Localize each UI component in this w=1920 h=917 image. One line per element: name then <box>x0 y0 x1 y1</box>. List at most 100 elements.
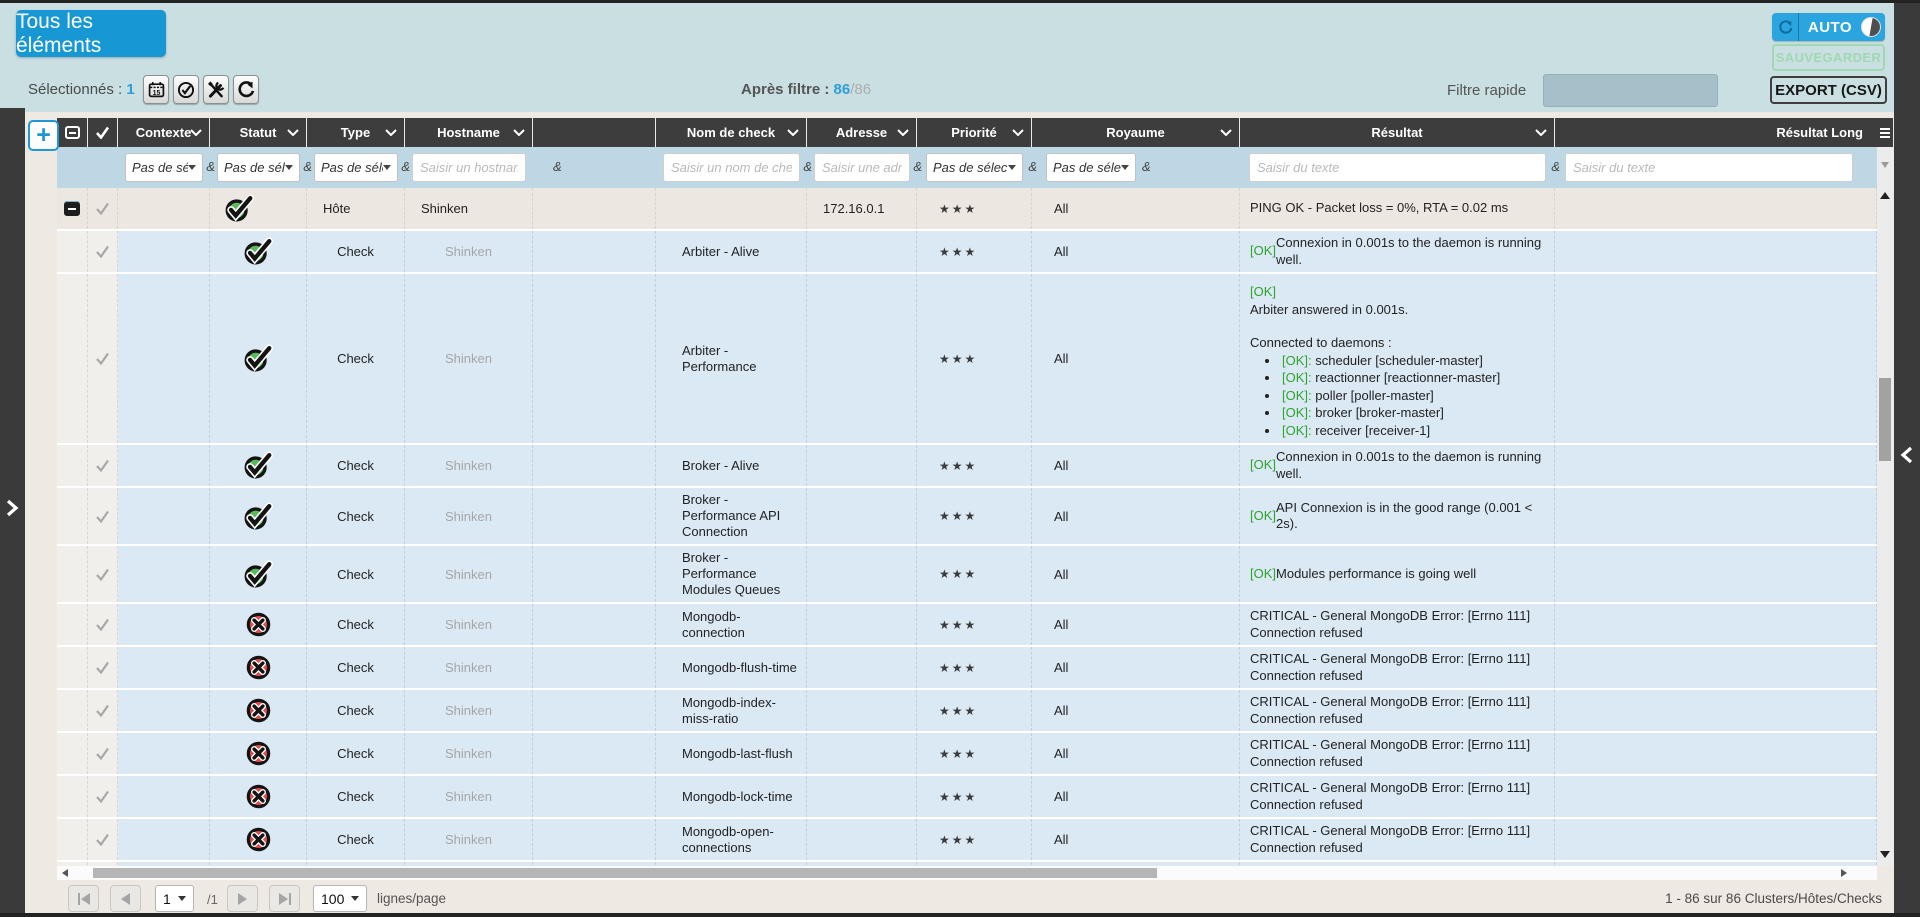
page-size-select[interactable]: 100 <box>313 885 367 912</box>
cell-priority: ★★★ <box>917 776 1032 817</box>
table-row: Check Shinken Broker - Performance API C… <box>57 488 1877 546</box>
row-select-check[interactable] <box>88 733 118 774</box>
expand-right-panel-chevron[interactable] <box>1899 445 1915 465</box>
table-row: Check Shinken Arbiter - Performance ★★★ … <box>57 274 1877 445</box>
cell-collapse <box>57 188 88 229</box>
row-select-check[interactable] <box>88 445 118 486</box>
cell-type: Check <box>307 647 405 688</box>
row-select-check[interactable] <box>88 274 118 443</box>
filter-hostname-input[interactable] <box>412 153 526 182</box>
cell-hostname: Shinken <box>405 445 533 486</box>
filter-realm-select[interactable]: Pas de sélection <box>1046 153 1136 182</box>
column-label: Contexte <box>136 125 192 140</box>
collapse-row-button[interactable] <box>64 201 80 216</box>
acknowledge-button[interactable] <box>173 75 199 104</box>
column-header-statut[interactable]: Statut <box>210 118 307 147</box>
cell-contexte <box>118 274 210 443</box>
scroll-down-button[interactable] <box>1880 851 1890 858</box>
last-page-button[interactable] <box>269 885 300 912</box>
previous-page-button[interactable] <box>110 885 141 912</box>
column-label: Résultat Long <box>1776 125 1863 140</box>
next-page-button[interactable] <box>227 885 258 912</box>
column-menu-button[interactable] <box>1877 118 1893 147</box>
row-select-check[interactable] <box>88 604 118 645</box>
filter-type-select[interactable]: Pas de sélection <box>314 153 398 182</box>
page-select[interactable]: 1 <box>155 885 194 912</box>
h-scrollbar-thumb[interactable] <box>93 868 1157 878</box>
column-header-collapse[interactable] <box>57 118 88 147</box>
row-select-check[interactable] <box>88 231 118 272</box>
cell-hostname: Shinken <box>405 231 533 272</box>
row-select-check[interactable] <box>88 776 118 817</box>
row-select-check[interactable] <box>88 546 118 602</box>
v-scrollbar[interactable] <box>1877 146 1893 866</box>
save-button[interactable]: SAUVEGARDER <box>1772 44 1885 71</box>
scroll-left-button[interactable] <box>62 869 68 877</box>
cell-result: CRITICAL - General MongoDB Error: [Errno… <box>1240 819 1555 860</box>
scroll-right-button[interactable] <box>1841 869 1847 877</box>
expand-left-panel-chevron[interactable] <box>4 498 20 518</box>
filter-contexte: Pas de sélection & <box>118 147 210 188</box>
scroll-up-button[interactable] <box>1880 192 1890 199</box>
filter-check-name-input[interactable] <box>663 153 800 182</box>
status-ok-icon <box>243 451 273 480</box>
chevron-down-icon <box>287 129 299 136</box>
column-header-priorite[interactable]: Priorité <box>917 118 1032 147</box>
cell-spacer <box>533 690 656 731</box>
column-header-adresse[interactable]: Adresse <box>807 118 917 147</box>
cell-check-name: Broker - Alive <box>656 445 807 486</box>
cell-type: Hôte <box>307 188 405 229</box>
cell-address <box>807 546 917 602</box>
triangle-down-icon <box>178 896 186 901</box>
filter-statut-select[interactable]: Pas de sélection <box>217 153 300 182</box>
fix-tools-button[interactable] <box>203 75 229 104</box>
cell-contexte <box>118 604 210 645</box>
filter-contexte-select[interactable]: Pas de sélection <box>125 153 203 182</box>
column-label: Statut <box>240 125 277 140</box>
check-icon <box>95 510 110 523</box>
cell-result-long <box>1555 546 1877 602</box>
column-header-resultat[interactable]: Résultat <box>1240 118 1555 147</box>
cell-realm: All <box>1032 604 1240 645</box>
h-scrollbar[interactable] <box>57 866 1877 880</box>
table-filter-row: Pas de sélection & Pas de sélection & Pa… <box>57 147 1877 188</box>
filter-priority-select[interactable]: Pas de sélection <box>926 153 1023 182</box>
export-csv-button[interactable]: EXPORT (CSV) <box>1770 76 1887 104</box>
cell-collapse <box>57 733 88 774</box>
selected-count: 1 <box>126 81 134 98</box>
filter-result-long-input[interactable] <box>1565 153 1853 182</box>
status-critical-icon <box>245 697 272 724</box>
column-header-resultat-long[interactable]: Résultat Long <box>1555 118 1877 147</box>
recheck-button[interactable] <box>233 75 259 104</box>
row-select-check[interactable] <box>88 690 118 731</box>
cell-collapse <box>57 231 88 272</box>
cell-type: Check <box>307 733 405 774</box>
all-elements-button[interactable]: Tous les éléments <box>16 10 166 57</box>
column-header-hostname[interactable]: Hostname <box>405 118 533 147</box>
row-select-check[interactable] <box>88 488 118 544</box>
column-header-select-all[interactable] <box>88 118 118 147</box>
add-element-button[interactable]: + <box>28 120 59 151</box>
v-scrollbar-thumb[interactable] <box>1879 378 1891 461</box>
cell-hostname: Shinken <box>405 776 533 817</box>
column-header-contexte[interactable]: Contexte <box>118 118 210 147</box>
filter-priorite: Pas de sélection & <box>917 147 1032 188</box>
elements-table: Contexte Statut Type Hostname Nom d <box>57 118 1877 866</box>
column-header-type[interactable]: Type <box>307 118 405 147</box>
column-header-royaume[interactable]: Royaume <box>1032 118 1240 147</box>
and-separator: & <box>1551 159 1560 174</box>
quick-filter-input[interactable] <box>1543 74 1718 107</box>
row-select-check[interactable] <box>88 647 118 688</box>
cell-type: Check <box>307 274 405 443</box>
row-select-check[interactable] <box>88 188 118 229</box>
first-page-button[interactable] <box>68 885 99 912</box>
filter-address-input[interactable] <box>814 153 910 182</box>
auto-refresh-toggle[interactable]: AUTO <box>1772 13 1885 41</box>
column-header-nom-de-check[interactable]: Nom de check <box>656 118 807 147</box>
lines-per-page-label: lignes/page <box>377 891 446 906</box>
downtime-calendar-button[interactable]: 15 <box>143 75 169 104</box>
filter-result-input[interactable] <box>1249 153 1546 182</box>
row-select-check[interactable] <box>88 819 118 860</box>
table-row: Check Shinken Mongodb-last-flush ★★★ All… <box>57 733 1877 776</box>
cell-contexte <box>118 546 210 602</box>
